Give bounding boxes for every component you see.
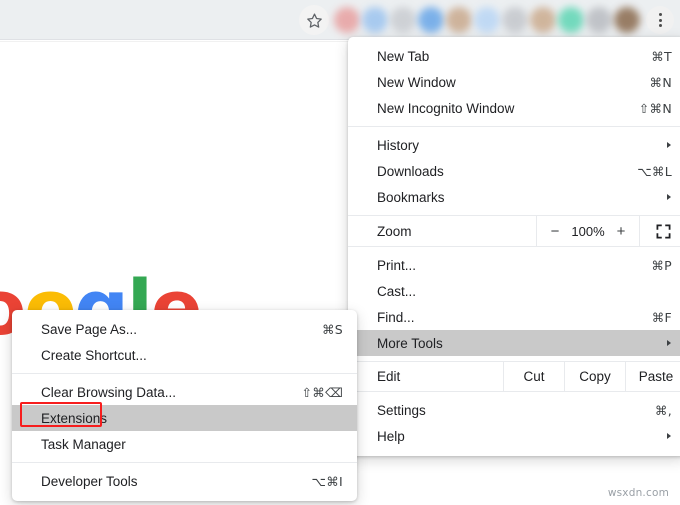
menu-item-shortcut: ⌘S — [322, 322, 343, 337]
extension-icon-11[interactable] — [614, 7, 640, 33]
zoom-label: Zoom — [348, 216, 536, 246]
menu-item-downloads[interactable]: Downloads⌥⌘L — [348, 158, 680, 184]
menu-item-label: Bookmarks — [377, 190, 667, 205]
menu-item-clear-browsing-data[interactable]: Clear Browsing Data...⇧⌘⌫ — [12, 379, 357, 405]
menu-item-bookmarks[interactable]: Bookmarks — [348, 184, 680, 210]
menu-item-label: Create Shortcut... — [41, 348, 343, 363]
menu-item-label: Extensions — [41, 411, 343, 426]
menu-item-label: Downloads — [377, 164, 637, 179]
menu-item-settings[interactable]: Settings⌘, — [348, 397, 680, 423]
menu-item-new-incognito-window[interactable]: New Incognito Window⇧⌘N — [348, 95, 680, 121]
cut-button[interactable]: Cut — [503, 362, 564, 391]
menu-item-create-shortcut[interactable]: Create Shortcut... — [12, 342, 357, 368]
menu-item-label: More Tools — [377, 336, 667, 351]
menu-item-label: Settings — [377, 403, 655, 418]
submenu-arrow-icon — [667, 433, 671, 439]
browser-toolbar — [0, 0, 680, 40]
dot — [659, 13, 662, 16]
menu-item-shortcut: ⇧⌘⌫ — [301, 385, 343, 400]
menu-item-new-window[interactable]: New Window⌘N — [348, 69, 680, 95]
three-dots-icon[interactable] — [646, 6, 674, 34]
paste-button[interactable]: Paste — [625, 362, 680, 391]
extension-icon-2[interactable] — [362, 7, 388, 33]
more-tools-submenu[interactable]: Save Page As...⌘S Create Shortcut... Clear… — [12, 310, 357, 501]
zoom-out-button[interactable]: − — [543, 223, 567, 240]
zoom-in-button[interactable]: + — [609, 223, 633, 240]
star-icon[interactable] — [299, 5, 329, 35]
submenu-arrow-icon — [667, 194, 671, 200]
zoom-row: Zoom−100%+ — [348, 215, 680, 247]
menu-item-extensions[interactable]: Extensions — [12, 405, 357, 431]
extension-icon-5[interactable] — [446, 7, 472, 33]
dot — [659, 24, 662, 27]
zoom-level-value: 100% — [567, 224, 609, 239]
menu-item-label: Save Page As... — [41, 322, 322, 337]
menu-separator — [348, 126, 680, 127]
menu-separator — [12, 462, 357, 463]
extension-icon-9[interactable] — [558, 7, 584, 33]
extension-icon-list — [333, 7, 641, 33]
chrome-main-menu[interactable]: New Tab⌘TNew Window⌘NNew Incognito Windo… — [348, 37, 680, 456]
menu-item-developer-tools[interactable]: Developer Tools⌥⌘I — [12, 468, 357, 494]
fullscreen-icon[interactable] — [639, 216, 680, 246]
edit-row: EditCutCopyPaste — [348, 361, 680, 392]
menu-item-label: History — [377, 138, 667, 153]
extension-icon-4[interactable] — [418, 7, 444, 33]
watermark: wsxdn.com — [608, 487, 669, 499]
menu-separator — [12, 373, 357, 374]
menu-item-label: New Window — [377, 75, 650, 90]
toolbar-icon-group — [299, 0, 674, 40]
extension-icon-8[interactable] — [530, 7, 556, 33]
menu-item-new-tab[interactable]: New Tab⌘T — [348, 43, 680, 69]
menu-item-label: New Tab — [377, 49, 651, 64]
extension-icon-7[interactable] — [502, 7, 528, 33]
menu-item-shortcut: ⌘P — [651, 258, 672, 273]
menu-item-label: Task Manager — [41, 437, 343, 452]
menu-item-print[interactable]: Print...⌘P — [348, 252, 680, 278]
menu-item-more-tools[interactable]: More Tools — [348, 330, 680, 356]
menu-item-find[interactable]: Find...⌘F — [348, 304, 680, 330]
menu-item-shortcut: ⌘T — [651, 49, 672, 64]
menu-item-shortcut: ⌘F — [652, 310, 672, 325]
menu-item-label: Print... — [377, 258, 651, 273]
menu-item-label: Developer Tools — [41, 474, 312, 489]
menu-item-history[interactable]: History — [348, 132, 680, 158]
extension-icon-10[interactable] — [586, 7, 612, 33]
menu-item-task-manager[interactable]: Task Manager — [12, 431, 357, 457]
copy-button[interactable]: Copy — [564, 362, 625, 391]
dot — [659, 19, 662, 22]
edit-label: Edit — [348, 362, 503, 391]
menu-item-shortcut: ⌘N — [650, 75, 672, 90]
menu-item-shortcut: ⌥⌘L — [637, 164, 672, 179]
menu-item-label: Help — [377, 429, 667, 444]
submenu-arrow-icon — [667, 340, 671, 346]
extension-icon-6[interactable] — [474, 7, 500, 33]
menu-item-shortcut: ⇧⌘N — [639, 101, 672, 116]
submenu-arrow-icon — [667, 142, 671, 148]
menu-item-label: Cast... — [377, 284, 672, 299]
menu-item-help[interactable]: Help — [348, 423, 680, 449]
extension-icon-1[interactable] — [334, 7, 360, 33]
menu-item-save-page-as[interactable]: Save Page As...⌘S — [12, 316, 357, 342]
menu-item-label: Find... — [377, 310, 652, 325]
menu-item-label: New Incognito Window — [377, 101, 639, 116]
menu-item-shortcut: ⌥⌘I — [312, 474, 344, 489]
menu-item-shortcut: ⌘, — [655, 403, 672, 418]
menu-item-label: Clear Browsing Data... — [41, 385, 301, 400]
extension-icon-3[interactable] — [390, 7, 416, 33]
menu-item-cast[interactable]: Cast... — [348, 278, 680, 304]
zoom-controls: −100%+ — [536, 216, 639, 246]
